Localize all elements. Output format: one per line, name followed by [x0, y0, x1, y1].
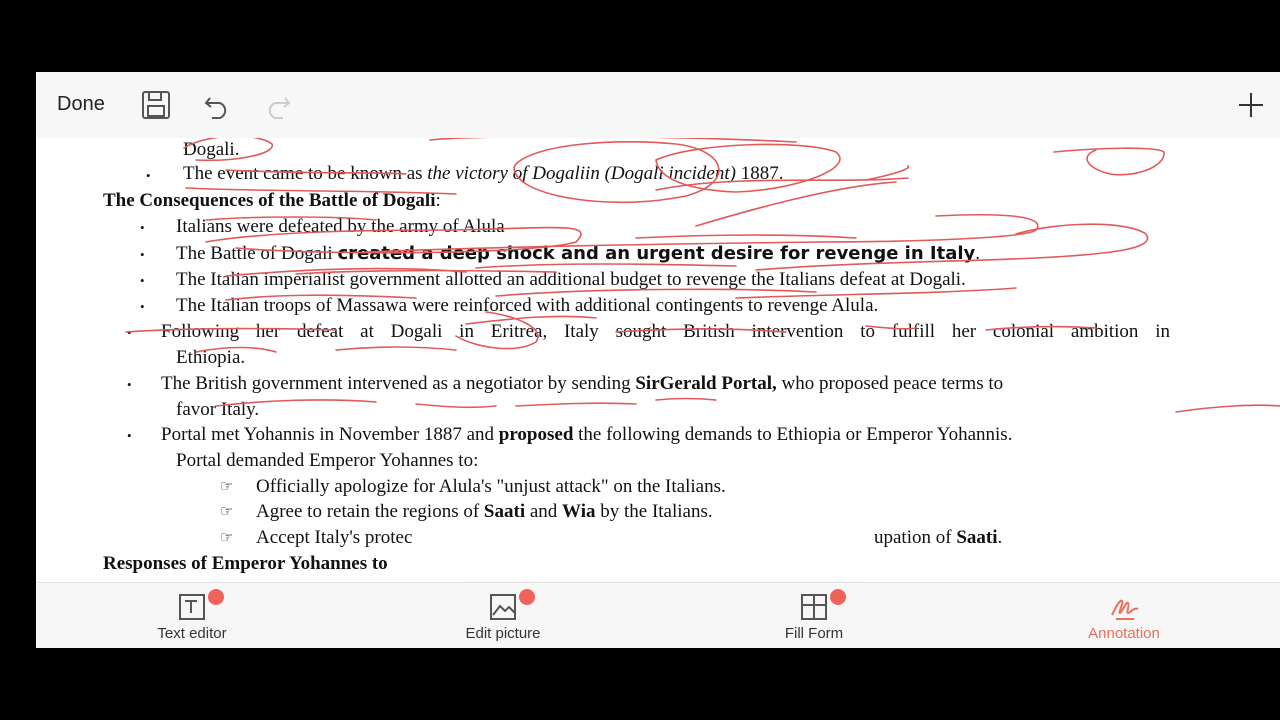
- undo-icon[interactable]: [202, 90, 232, 120]
- annotation-button[interactable]: Annotation: [1024, 583, 1224, 648]
- doc-line: Officially apologize for Alula's "unjust…: [256, 476, 726, 497]
- redo-icon[interactable]: [263, 90, 293, 120]
- doc-line: favor Italy.: [176, 399, 260, 420]
- section-heading: Responses of Emperor Yohannes to: [103, 553, 388, 574]
- pointing-hand-icon: ☞: [220, 479, 234, 495]
- annotation-icon: [1111, 599, 1139, 620]
- bullet: •: [140, 273, 145, 288]
- section-heading: The Consequences of the Battle of Dogali…: [103, 190, 441, 211]
- edit-picture-button[interactable]: Edit picture: [403, 583, 603, 648]
- bullet: •: [127, 325, 132, 340]
- doc-line: The Italian troops of Massawa were reinf…: [176, 295, 879, 316]
- pointing-hand-icon: ☞: [220, 530, 234, 546]
- edit-picture-icon: [490, 594, 516, 620]
- doc-line: upation of Saati.: [874, 527, 1003, 548]
- bullet: •: [140, 299, 145, 314]
- doc-line: The Italian imperialist government allot…: [176, 269, 966, 290]
- add-icon[interactable]: [1236, 90, 1266, 120]
- doc-line: The event came to be known as the victor…: [183, 163, 784, 184]
- premium-badge-icon: [830, 589, 846, 605]
- text-editor-button[interactable]: Text editor: [92, 583, 292, 648]
- doc-line: Agree to retain the regions of Saati and…: [256, 501, 713, 522]
- text-editor-label: Text editor: [157, 625, 227, 642]
- bullet: •: [127, 428, 132, 443]
- doc-line: Accept Italy's protec: [256, 527, 413, 548]
- pdf-editor-window: Done Dogali. • The event came to be know…: [36, 72, 1280, 648]
- fill-form-label: Fill Form: [784, 625, 844, 642]
- save-icon[interactable]: [141, 90, 171, 120]
- doc-line: Portal met Yohannis in November 1887 and…: [161, 424, 1013, 445]
- top-toolbar: Done: [36, 72, 1280, 139]
- doc-line: The British government intervened as a n…: [161, 373, 1004, 394]
- doc-line: Ethiopia.: [176, 347, 246, 368]
- fill-form-icon: [801, 594, 827, 620]
- pointing-hand-icon: ☞: [220, 504, 234, 520]
- bullet: •: [140, 220, 145, 235]
- premium-badge-icon: [208, 589, 224, 605]
- doc-line: Dogali.: [183, 139, 240, 160]
- bottom-toolbar: Text editor Edit picture Fill Form Annot…: [36, 582, 1280, 648]
- document-page: Dogali. • The event came to be known as …: [36, 138, 1280, 582]
- doc-line: Italians were defeated by the army of Al…: [176, 216, 505, 237]
- edit-picture-label: Edit picture: [465, 625, 541, 642]
- fill-form-button[interactable]: Fill Form: [714, 583, 914, 648]
- doc-line: Following her defeat at Dogali in Eritre…: [161, 321, 1170, 342]
- doc-line: Portal demanded Emperor Yohannes to:: [176, 450, 479, 471]
- doc-line: The Battle of Dogali created a deep shoc…: [176, 243, 981, 264]
- text-editor-icon: [179, 594, 205, 620]
- bullet: •: [146, 168, 151, 183]
- premium-badge-icon: [519, 589, 535, 605]
- bullet: •: [140, 247, 145, 262]
- bullet: •: [127, 377, 132, 392]
- annotation-label: Annotation: [1088, 625, 1160, 642]
- done-button[interactable]: Done: [57, 93, 105, 116]
